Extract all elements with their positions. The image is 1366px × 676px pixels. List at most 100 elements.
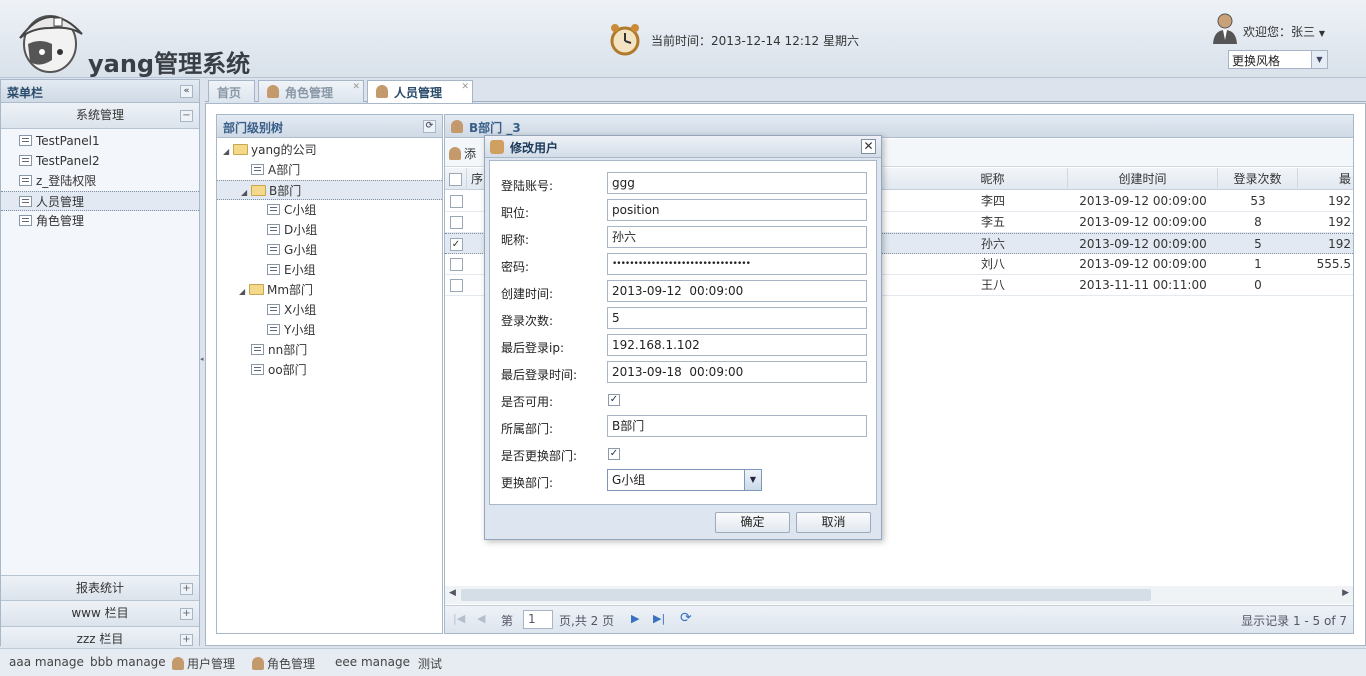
page-input[interactable]: 1 bbox=[523, 610, 553, 629]
created-value: 2013-09-12 00:09:00 bbox=[612, 284, 744, 298]
footer-link-aaa[interactable]: aaa manage bbox=[9, 655, 84, 669]
accordion-system[interactable]: 系统管理 − bbox=[1, 103, 199, 129]
plus-icon[interactable]: + bbox=[180, 608, 193, 620]
tree-node-label: X小组 bbox=[284, 303, 317, 317]
checkbox[interactable] bbox=[449, 216, 463, 229]
last-time-field[interactable]: 2013-09-18 00:09:00 bbox=[607, 361, 867, 383]
tree-node-c[interactable]: C小组 bbox=[267, 200, 316, 220]
expanded-icon[interactable]: ◢ bbox=[239, 282, 249, 302]
next-page-icon[interactable]: ▶ bbox=[631, 612, 639, 625]
col-logins[interactable]: 登录次数 bbox=[1218, 168, 1298, 190]
scroll-right-icon[interactable]: ▶ bbox=[1342, 588, 1349, 598]
tree-node-company[interactable]: ◢ yang的公司 bbox=[223, 140, 317, 160]
footer-link-test[interactable]: 测试 bbox=[418, 655, 442, 672]
chevron-down-icon[interactable]: ▼ bbox=[744, 470, 761, 490]
new-dept-select[interactable]: G小组 ▼ bbox=[607, 469, 762, 491]
account-field[interactable]: ggg bbox=[607, 172, 867, 194]
enabled-checkbox[interactable]: ✓ bbox=[608, 394, 620, 406]
tree-node-b[interactable]: ◢ B部门 bbox=[217, 180, 442, 200]
tree-node-mm[interactable]: ◢ Mm部门 bbox=[239, 280, 313, 300]
scroll-thumb[interactable] bbox=[461, 589, 1151, 601]
menu-item-login-permission[interactable]: z_登陆权限 bbox=[1, 171, 199, 191]
position-label: 职位: bbox=[501, 206, 530, 220]
close-tab-icon[interactable]: ✕ bbox=[352, 82, 360, 92]
nickname-field[interactable]: 孙六 bbox=[607, 226, 867, 248]
panel-icon bbox=[19, 155, 32, 166]
tab-user-management[interactable]: 人员管理 ✕ bbox=[367, 80, 473, 103]
logins-field[interactable]: 5 bbox=[607, 307, 867, 329]
add-button[interactable]: 添 bbox=[449, 145, 476, 162]
refresh-icon[interactable]: ⟳ bbox=[680, 610, 692, 626]
tree-node-nn[interactable]: nn部门 bbox=[251, 340, 307, 360]
tab-role-management[interactable]: 角色管理 ✕ bbox=[258, 80, 364, 102]
scroll-left-icon[interactable]: ◀ bbox=[449, 588, 456, 598]
tree-node-y[interactable]: Y小组 bbox=[267, 320, 315, 340]
tab-home[interactable]: 首页 bbox=[208, 80, 255, 102]
menu-item-testpanel2[interactable]: TestPanel2 bbox=[1, 151, 199, 171]
cell-nickname: 李四 bbox=[980, 194, 1005, 208]
menu-item-role-management[interactable]: 角色管理 bbox=[1, 211, 199, 231]
close-icon[interactable]: ✕ bbox=[861, 139, 876, 154]
plus-icon[interactable]: + bbox=[180, 634, 193, 646]
refresh-icon[interactable]: ⟳ bbox=[423, 120, 436, 133]
footer-link-roles[interactable]: 角色管理 bbox=[252, 655, 315, 672]
select-all-checkbox[interactable] bbox=[445, 168, 467, 190]
tree-node-x[interactable]: X小组 bbox=[267, 300, 316, 320]
tree-node-e[interactable]: E小组 bbox=[267, 260, 316, 280]
collapse-left-icon[interactable]: « bbox=[180, 85, 193, 98]
leaf-icon bbox=[267, 224, 280, 235]
welcome-user-menu[interactable]: 欢迎您：张三 ▼ bbox=[1243, 23, 1325, 40]
footer-link-eee[interactable]: eee manage bbox=[335, 655, 410, 669]
minus-icon[interactable]: − bbox=[180, 110, 193, 122]
checkbox[interactable] bbox=[449, 258, 463, 271]
accordion-www[interactable]: www 栏目 + bbox=[1, 601, 199, 627]
cancel-button[interactable]: 取消 bbox=[796, 512, 871, 533]
menu-item-user-management[interactable]: 人员管理 bbox=[1, 191, 199, 211]
checkbox[interactable] bbox=[449, 173, 462, 186]
cell-created: 2013-11-11 00:11:00 bbox=[1079, 278, 1207, 292]
tab-label: 人员管理 bbox=[394, 86, 443, 100]
col-created[interactable]: 创建时间 bbox=[1068, 168, 1218, 190]
confirm-button[interactable]: 确定 bbox=[715, 512, 790, 533]
checkbox[interactable]: ✓ bbox=[449, 238, 463, 251]
accordion-reports[interactable]: 报表统计 + bbox=[1, 575, 199, 601]
dialog-titlebar[interactable]: 修改用户 ✕ bbox=[485, 136, 881, 158]
expanded-icon[interactable]: ◢ bbox=[223, 142, 233, 162]
add-button-label: 添 bbox=[464, 147, 477, 161]
row-select[interactable] bbox=[445, 212, 467, 233]
dept-field[interactable]: B部门 bbox=[607, 415, 867, 437]
checkbox[interactable] bbox=[449, 195, 463, 208]
leaf-icon bbox=[267, 264, 280, 275]
col-last-ip[interactable]: 最 bbox=[1298, 168, 1353, 190]
first-page-icon[interactable]: |◀ bbox=[453, 612, 465, 625]
row-select[interactable] bbox=[445, 275, 467, 296]
tree-node-a[interactable]: A部门 bbox=[251, 160, 300, 180]
horizontal-scrollbar[interactable]: ◀ ▶ bbox=[445, 586, 1353, 604]
last-ip-field[interactable]: 192.168.1.102 bbox=[607, 334, 867, 356]
password-field[interactable]: •••••••••••••••••••••••••••••••• bbox=[607, 253, 867, 275]
position-field[interactable]: position bbox=[607, 199, 867, 221]
footer-link-users[interactable]: 用户管理 bbox=[172, 655, 235, 672]
created-field[interactable]: 2013-09-12 00:09:00 bbox=[607, 280, 867, 302]
dialog-title: 修改用户 bbox=[510, 141, 559, 155]
row-select[interactable]: ✓ bbox=[445, 234, 467, 255]
tree-node-d[interactable]: D小组 bbox=[267, 220, 317, 240]
menu-item-testpanel1[interactable]: TestPanel1 bbox=[1, 131, 199, 151]
tree-node-g[interactable]: G小组 bbox=[267, 240, 317, 260]
cell-last-ip: 192 bbox=[1328, 215, 1351, 229]
col-nickname[interactable]: 昵称 bbox=[918, 168, 1068, 190]
tab-label: 角色管理 bbox=[285, 86, 334, 100]
tree-title: 部门级别树 bbox=[223, 121, 284, 135]
tree-node-oo[interactable]: oo部门 bbox=[251, 360, 307, 380]
checkbox[interactable] bbox=[449, 279, 463, 292]
prev-page-icon[interactable]: ◀ bbox=[477, 612, 485, 625]
footer-link-bbb[interactable]: bbb manage bbox=[90, 655, 166, 669]
last-page-icon[interactable]: ▶| bbox=[653, 612, 665, 625]
close-tab-icon[interactable]: ✕ bbox=[461, 82, 469, 92]
row-select[interactable] bbox=[445, 254, 467, 275]
plus-icon[interactable]: + bbox=[180, 583, 193, 595]
change-dept-checkbox[interactable]: ✓ bbox=[608, 448, 620, 460]
style-select[interactable]: 更换风格 ▼ bbox=[1228, 50, 1328, 69]
expanded-icon[interactable]: ◢ bbox=[241, 183, 251, 203]
row-select[interactable] bbox=[445, 191, 467, 212]
